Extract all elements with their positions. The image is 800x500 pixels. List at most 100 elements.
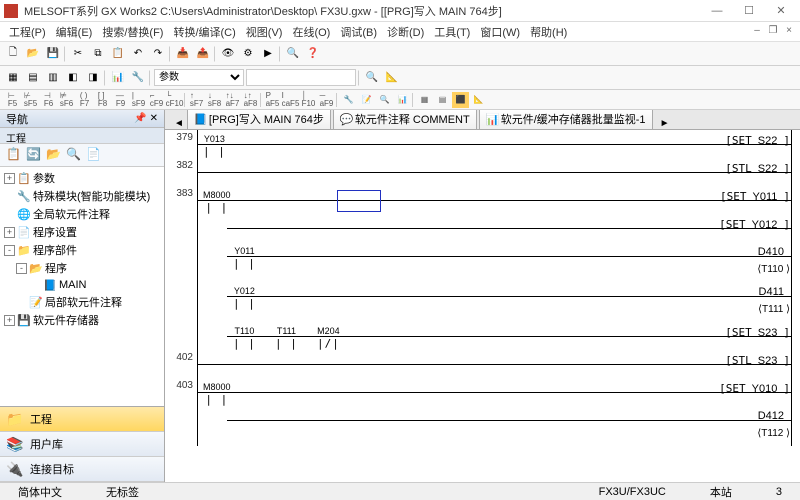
ladder-rung[interactable]: 383M8000| |[SETY011] xyxy=(165,186,800,214)
f-key[interactable]: PaF5 xyxy=(264,92,281,108)
f-key[interactable]: ⊬sF5 xyxy=(22,92,39,108)
tb2-icon[interactable]: 🔍 xyxy=(363,69,381,87)
tree-node[interactable]: 🌐全局软元件注释 xyxy=(2,205,162,223)
ladder-coil[interactable]: [STLS22] xyxy=(725,162,790,175)
pin-icon[interactable]: 📌 ✕ xyxy=(134,113,158,124)
ladder-editor[interactable]: 379Y013| |[SETS22]382[STLS22]383M8000| |… xyxy=(165,130,800,482)
nav-section-btn[interactable]: 📁工程 xyxy=(0,407,164,432)
f-key[interactable]: ⊣F6 xyxy=(40,92,57,108)
ladder-rung[interactable]: [SETY012] xyxy=(165,214,800,242)
ladder-coil[interactable]: [SETS23] xyxy=(725,326,790,339)
ladder-rung[interactable]: 403M8000| |[SETY010] xyxy=(165,378,800,406)
menu-window[interactable]: 窗口(W) xyxy=(475,22,525,42)
f-key[interactable]: ⊭sF6 xyxy=(58,92,75,108)
ladder-coil2[interactable]: ⟨T110 ⟩ xyxy=(757,264,790,275)
simulate-icon[interactable]: ▶ xyxy=(259,45,277,63)
tree-toggle[interactable]: + xyxy=(4,227,15,238)
f-key[interactable]: |sF9 xyxy=(130,92,147,108)
tb2-icon[interactable]: 📐 xyxy=(383,69,401,87)
compile-icon[interactable]: ⚙ xyxy=(239,45,257,63)
tool-icon[interactable]: 🔍 xyxy=(376,92,393,108)
tree-node[interactable]: +📋参数 xyxy=(2,169,162,187)
nav-section-btn[interactable]: 🔌连接目标 xyxy=(0,457,164,482)
ladder-rung[interactable]: Y011| |D410⟨T110 ⟩ xyxy=(165,242,800,282)
open-icon[interactable]: 📂 xyxy=(24,45,42,63)
ladder-coil[interactable]: [SETY011] xyxy=(720,190,790,203)
menu-debug[interactable]: 调试(B) xyxy=(335,22,382,42)
tb2-icon[interactable]: ▥ xyxy=(44,69,62,87)
nav-section-btn[interactable]: 📚用户库 xyxy=(0,432,164,457)
menu-compile[interactable]: 转换/编译(C) xyxy=(168,22,240,42)
menu-diagnose[interactable]: 诊断(D) xyxy=(382,22,429,42)
f-key[interactable]: ( )F7 xyxy=(76,92,93,108)
tb2-icon[interactable]: ◧ xyxy=(64,69,82,87)
tool-icon[interactable]: ▤ xyxy=(434,92,451,108)
menu-edit[interactable]: 编辑(E) xyxy=(51,22,98,42)
tb2-icon[interactable]: ◨ xyxy=(84,69,102,87)
nav-iconbtn[interactable]: 📋 xyxy=(6,147,22,163)
f-key[interactable]: —F9 xyxy=(112,92,129,108)
tb2-icon[interactable]: ▦ xyxy=(4,69,22,87)
f-key[interactable]: ─aF9 xyxy=(318,92,335,108)
menu-project[interactable]: 工程(P) xyxy=(4,22,51,42)
param-input[interactable] xyxy=(246,69,356,86)
tb2-icon[interactable]: ▤ xyxy=(24,69,42,87)
ladder-contact[interactable]: M204|/| xyxy=(317,326,340,350)
f-key[interactable]: ↓sF8 xyxy=(206,92,223,108)
tree-node[interactable]: -📁程序部件 xyxy=(2,241,162,259)
tool-icon[interactable]: 📐 xyxy=(470,92,487,108)
tool-icon[interactable]: ⬛ xyxy=(452,92,469,108)
cut-icon[interactable]: ✂ xyxy=(69,45,87,63)
read-plc-icon[interactable]: 📥 xyxy=(174,45,192,63)
f-key[interactable]: ↓↑aF8 xyxy=(242,92,259,108)
tb2-icon[interactable]: 🔧 xyxy=(129,69,147,87)
f-key[interactable]: │F10 xyxy=(300,92,317,108)
f-key[interactable]: ↑sF7 xyxy=(188,92,205,108)
tree-node[interactable]: -📂程序 xyxy=(2,259,162,277)
tool-icon[interactable]: 📝 xyxy=(358,92,375,108)
tool-icon[interactable]: ▦ xyxy=(416,92,433,108)
zoom-icon[interactable]: 🔍 xyxy=(284,45,302,63)
ladder-coil[interactable]: [SETY010] xyxy=(719,382,790,395)
tree-node[interactable]: +📄程序设置 xyxy=(2,223,162,241)
tree-node[interactable]: 📘MAIN xyxy=(2,277,162,293)
ladder-coil[interactable]: [STLS23] xyxy=(725,354,790,367)
ladder-coil[interactable]: [SETY012] xyxy=(719,218,790,231)
minimize-button[interactable]: — xyxy=(702,2,732,20)
tool-icon[interactable]: 🔧 xyxy=(340,92,357,108)
f-key[interactable]: ⊢F5 xyxy=(4,92,21,108)
f-key[interactable]: └cF10 xyxy=(166,92,183,108)
tool-icon[interactable]: 📊 xyxy=(394,92,411,108)
tab-monitor[interactable]: 📊软元件/缓冲存储器批量监视-1 xyxy=(479,110,653,129)
ladder-rung[interactable]: T110| |T111| |M204|/|[SETS23] xyxy=(165,322,800,350)
f-key[interactable]: IcaF5 xyxy=(282,92,299,108)
ladder-coil2[interactable]: ⟨T112 ⟩ xyxy=(757,428,790,439)
tree-toggle[interactable]: + xyxy=(4,315,15,326)
mdi-minimize-icon[interactable]: – xyxy=(750,25,764,39)
ladder-coil[interactable]: [SETS22] xyxy=(725,134,790,147)
f-key[interactable]: ⌐cF9 xyxy=(148,92,165,108)
tab-main[interactable]: 📘[PRG]写入 MAIN 764步 xyxy=(187,110,331,129)
ladder-rung[interactable]: 382[STLS22] xyxy=(165,158,800,186)
f-key[interactable]: [ ]F8 xyxy=(94,92,111,108)
tree-node[interactable]: 📝局部软元件注释 xyxy=(2,293,162,311)
ladder-rung[interactable]: 379Y013| |[SETS22] xyxy=(165,130,800,158)
tree-node[interactable]: +💾软元件存储器 xyxy=(2,311,162,329)
tab-scroll-left[interactable]: ◄ xyxy=(171,118,187,129)
menu-view[interactable]: 视图(V) xyxy=(241,22,288,42)
menu-search[interactable]: 搜索/替换(F) xyxy=(97,22,168,42)
nav-iconbtn[interactable]: 📂 xyxy=(46,147,62,163)
close-button[interactable]: ✕ xyxy=(766,2,796,20)
nav-iconbtn[interactable]: 🔄 xyxy=(26,147,42,163)
menu-online[interactable]: 在线(O) xyxy=(287,22,335,42)
tab-scroll-right[interactable]: ► xyxy=(657,118,673,129)
paste-icon[interactable]: 📋 xyxy=(109,45,127,63)
f-key[interactable]: ↑↓aF7 xyxy=(224,92,241,108)
mdi-close-icon[interactable]: × xyxy=(782,25,796,39)
ladder-coil2[interactable]: ⟨T111 ⟩ xyxy=(758,304,790,315)
redo-icon[interactable]: ↷ xyxy=(149,45,167,63)
menu-tools[interactable]: 工具(T) xyxy=(429,22,475,42)
nav-iconbtn[interactable]: 🔍 xyxy=(66,147,82,163)
ladder-contact[interactable]: M8000| | xyxy=(203,382,231,406)
ladder-contact[interactable]: Y012| | xyxy=(233,286,256,310)
